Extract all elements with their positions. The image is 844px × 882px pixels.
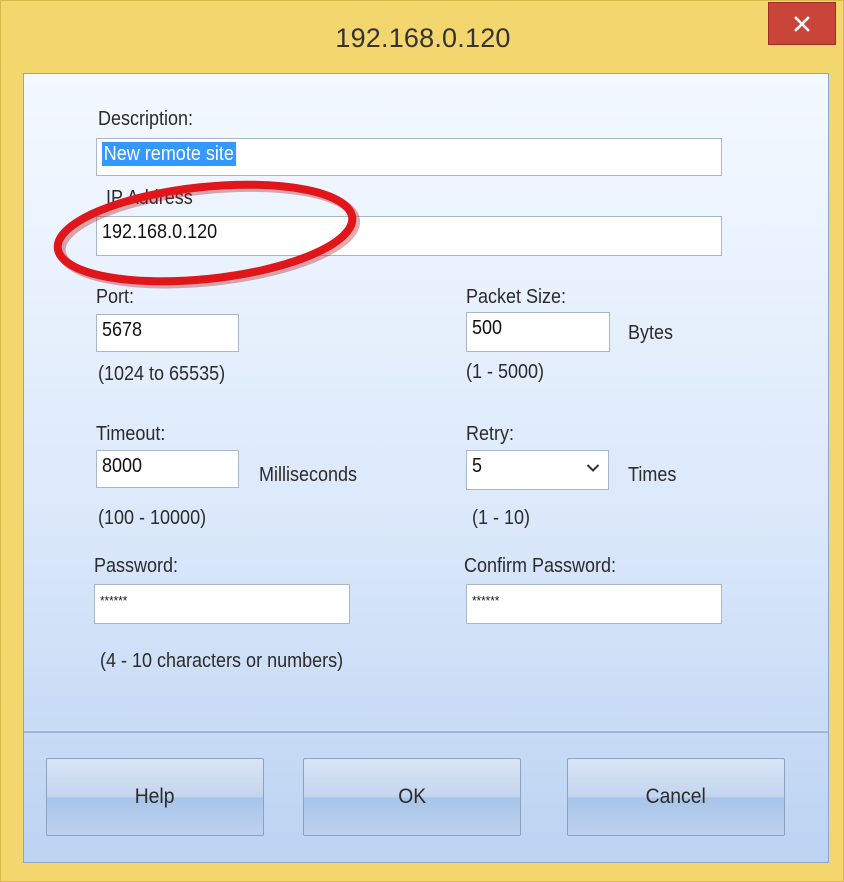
ok-button-label: OK	[398, 785, 426, 808]
password-label: Password:	[94, 555, 179, 577]
retry-label: Retry:	[466, 423, 515, 445]
port-value: 5678	[102, 319, 143, 341]
password-input[interactable]: ******	[94, 584, 350, 624]
packet-size-hint: (1 - 5000)	[466, 361, 545, 383]
packet-size-value: 500	[472, 317, 503, 339]
packet-size-unit: Bytes	[628, 322, 674, 344]
title-bar[interactable]: 192.168.0.120	[1, 1, 844, 73]
packet-size-input[interactable]: 500	[466, 312, 610, 352]
timeout-input[interactable]: 8000	[96, 450, 239, 488]
confirm-password-input[interactable]: ******	[466, 584, 722, 624]
port-label: Port:	[96, 286, 135, 308]
retry-value: 5	[472, 455, 483, 477]
footer-separator	[24, 730, 828, 733]
timeout-hint: (100 - 10000)	[98, 507, 207, 529]
window-title: 192.168.0.120	[335, 23, 511, 53]
retry-unit: Times	[628, 464, 677, 486]
chevron-down-icon	[586, 464, 600, 472]
help-button[interactable]: Help	[46, 758, 264, 836]
close-icon	[794, 15, 810, 32]
description-label: Description:	[98, 108, 194, 130]
close-button[interactable]	[768, 2, 836, 45]
timeout-unit: Milliseconds	[259, 464, 358, 486]
confirm-password-value: ******	[472, 593, 500, 608]
confirm-password-label: Confirm Password:	[464, 555, 617, 577]
cancel-button[interactable]: Cancel	[567, 758, 785, 836]
description-value: New remote site	[102, 142, 236, 166]
dialog-body: Description: New remote site IP Address …	[23, 73, 829, 863]
retry-hint: (1 - 10)	[472, 507, 531, 529]
timeout-value: 8000	[102, 455, 143, 477]
port-input[interactable]: 5678	[96, 314, 239, 352]
dialog-window: 192.168.0.120 Description: New remote si…	[0, 0, 844, 882]
packet-size-label: Packet Size:	[466, 286, 567, 308]
help-button-label: Help	[135, 785, 175, 808]
cancel-button-label: Cancel	[645, 785, 707, 808]
retry-select[interactable]: 5	[466, 450, 609, 490]
password-hint: (4 - 10 characters or numbers)	[100, 650, 344, 672]
description-input[interactable]: New remote site	[96, 138, 722, 176]
password-value: ******	[100, 593, 128, 608]
ok-button[interactable]: OK	[303, 758, 521, 836]
timeout-label: Timeout:	[96, 423, 166, 445]
ip-address-label: IP Address	[106, 187, 193, 209]
ip-address-input[interactable]: 192.168.0.120	[96, 216, 722, 256]
port-hint: (1024 to 65535)	[98, 363, 226, 385]
ip-address-value: 192.168.0.120	[102, 221, 218, 243]
